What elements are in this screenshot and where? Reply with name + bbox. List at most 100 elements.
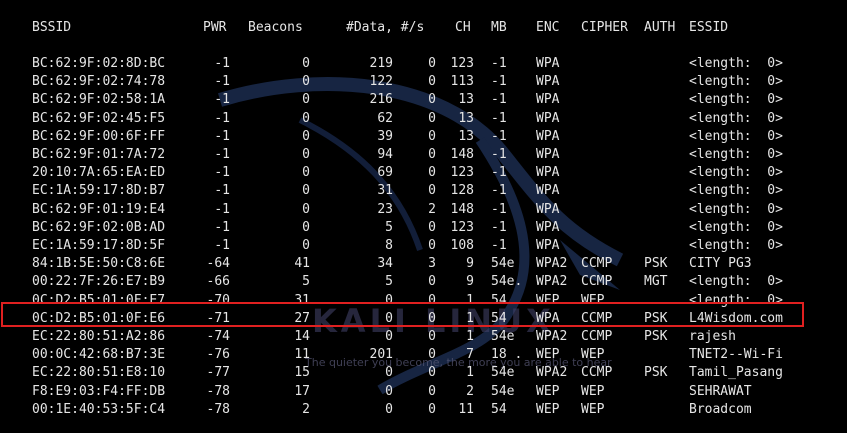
header-cipher: CIPHER — [581, 20, 628, 35]
cell-cipher: WEP — [581, 383, 605, 399]
header-essid: ESSID — [689, 20, 729, 35]
cell-data: 219 — [369, 56, 393, 71]
cell-enc: WPA — [536, 147, 560, 162]
table-row: EC:1A:59:17:8D:B7 -1 0 31 0 128 -1 WPA <length: … — [0, 182, 847, 200]
header-mb: MB — [491, 20, 507, 35]
cell-enc: WPA2 — [536, 329, 568, 344]
table-row: 00:22:7F:26:E7:B9 -66 5 5 0 9 54e. WPA2 CCMP MGT <… — [0, 273, 847, 291]
cell-bssid: 00:1E:40:53:5F:C4 — [32, 401, 166, 417]
cell-beacons: 41 — [294, 256, 310, 272]
cell-data: 0 — [385, 329, 393, 344]
cell-pwr: -77 — [206, 365, 230, 381]
cell-enc: WPA — [536, 56, 560, 71]
cell-enc: WPA — [536, 219, 560, 235]
cell-beacons: 15 — [294, 365, 310, 381]
cell-ch: 148 — [450, 147, 474, 162]
table-row: BC:62:9F:01:19:E4 -1 0 23 2 148 -1 WPA <length: … — [0, 201, 847, 219]
cell-rate: 0 — [428, 329, 436, 344]
cell-bssid: BC:62:9F:01:19:E4 — [32, 201, 166, 217]
cell-beacons: 0 — [302, 147, 310, 162]
cell-pwr: -1 — [214, 128, 230, 144]
table-row: BC:62:9F:02:45:F5 -1 0 62 0 13 -1 WPA <length: 0… — [0, 110, 847, 128]
cell-pwr: -66 — [206, 274, 230, 290]
cell-mb: 54e — [491, 329, 515, 344]
cell-rate: 0 — [428, 183, 436, 199]
cell-mb: -1 — [491, 183, 507, 199]
table-row: EC:22:80:51:A2:86 -74 14 0 0 1 54e WPA2 CCMP PSK r… — [0, 328, 847, 346]
cell-rate: 0 — [428, 401, 436, 417]
cell-mb: -1 — [491, 201, 507, 217]
cell-essid: Broadcom — [689, 401, 752, 417]
table-row: BC:62:9F:00:6F:FF -1 0 39 0 13 -1 WPA <length: 0… — [0, 128, 847, 146]
header-auth: AUTH — [644, 20, 676, 35]
cell-essid: <length: 0> — [689, 74, 783, 90]
cell-ch: 11 — [458, 401, 474, 417]
cell-pwr: -1 — [214, 92, 230, 108]
header-data: #Data, #/s — [346, 20, 425, 35]
cell-pwr: -1 — [214, 74, 230, 90]
table-row: 00:0C:42:68:B7:3E -76 11 201 0 7 18 . WEP WEP TNE… — [0, 346, 847, 364]
cell-rate: 0 — [428, 274, 436, 290]
cell-pwr: -1 — [214, 147, 230, 162]
table-row: BC:62:9F:02:74:78 -1 0 122 0 113 -1 WPA <length:… — [0, 73, 847, 91]
cell-rate: 0 — [428, 110, 436, 126]
cell-pwr: -78 — [206, 401, 230, 417]
cell-ch: 123 — [450, 56, 474, 71]
cell-essid: <length: 0> — [689, 128, 783, 144]
cell-enc: WEP — [536, 401, 560, 417]
table-row: EC:1A:59:17:8D:5F -1 0 8 0 108 -1 WPA <length: 0… — [0, 237, 847, 255]
cell-enc: WPA2 — [536, 365, 568, 381]
cell-cipher: CCMP — [581, 274, 613, 290]
cell-bssid: BC:62:9F:01:7A:72 — [32, 147, 166, 162]
cell-ch: 128 — [450, 183, 474, 199]
terminal-window: KALI LINUX The quieter you become, the m… — [0, 0, 847, 433]
table-row: BC:62:9F:02:0B:AD -1 0 5 0 123 -1 WPA <length: 0… — [0, 219, 847, 237]
table-row: BC:62:9F:01:7A:72 -1 0 94 0 148 -1 WPA <length: … — [0, 146, 847, 164]
cell-pwr: -1 — [214, 219, 230, 235]
cell-ch: 123 — [450, 165, 474, 181]
cell-pwr: -1 — [214, 201, 230, 217]
cell-mb: -1 — [491, 128, 507, 144]
cell-auth: PSK — [644, 256, 668, 272]
cell-auth: PSK — [644, 365, 668, 381]
cell-rate: 0 — [428, 74, 436, 90]
cell-beacons: 2 — [302, 401, 310, 417]
cell-data: 62 — [377, 110, 393, 126]
cell-rate: 0 — [428, 56, 436, 71]
cell-data: 8 — [385, 238, 393, 253]
cell-essid: <length: 0> — [689, 274, 783, 290]
cell-ch: 2 — [466, 383, 474, 399]
cell-enc: WPA — [536, 238, 560, 253]
cell-bssid: EC:22:80:51:A2:86 — [32, 329, 166, 344]
cell-beacons: 0 — [302, 219, 310, 235]
cell-enc: WPA2 — [536, 256, 568, 272]
cell-data: 5 — [385, 274, 393, 290]
cell-rate: 3 — [428, 256, 436, 272]
cell-ch: 108 — [450, 238, 474, 253]
cell-essid: SEHRAWAT — [689, 383, 752, 399]
table-row: EC:22:80:51:E8:10 -77 15 0 0 1 54e WPA2 CCMP PSK T… — [0, 364, 847, 382]
cell-data: 5 — [385, 219, 393, 235]
cell-beacons: 11 — [294, 347, 310, 363]
header-pwr: PWR — [203, 20, 227, 35]
cell-auth: MGT — [644, 274, 668, 290]
table-row: 84:1B:5E:50:C8:6E -64 41 34 3 9 54e WPA2 CCMP PSK… — [0, 255, 847, 273]
cell-rate: 0 — [428, 147, 436, 162]
cell-ch: 1 — [466, 329, 474, 344]
cell-rate: 0 — [428, 238, 436, 253]
cell-bssid: BC:62:9F:02:0B:AD — [32, 219, 166, 235]
cell-essid: CITY PG3 — [689, 256, 752, 272]
cell-ch: 13 — [458, 110, 474, 126]
cell-enc: WPA2 — [536, 274, 568, 290]
table-row: BC:62:9F:02:8D:BC -1 0 219 0 123 -1 WPA <length:… — [0, 55, 847, 73]
cell-data: 94 — [377, 147, 393, 162]
cell-data: 39 — [377, 128, 393, 144]
cell-beacons: 0 — [302, 183, 310, 199]
cell-enc: WPA — [536, 92, 560, 108]
cell-ch: 1 — [466, 365, 474, 381]
cell-mb: 54e — [491, 383, 515, 399]
cell-beacons: 5 — [302, 274, 310, 290]
cell-beacons: 17 — [294, 383, 310, 399]
cell-essid: <length: 0> — [689, 56, 783, 71]
cell-bssid: BC:62:9F:02:74:78 — [32, 74, 166, 90]
